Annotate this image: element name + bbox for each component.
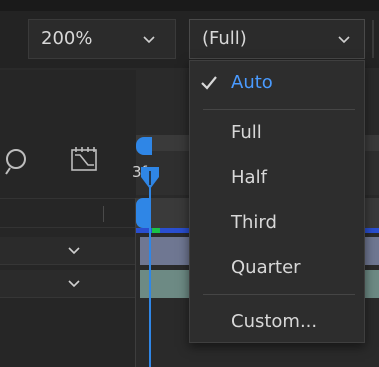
playhead-icon[interactable]	[139, 165, 161, 193]
resolution-menu: Auto Full Half Third Quarter Custom...	[189, 60, 365, 343]
menu-divider	[203, 294, 355, 295]
menu-item-label: Full	[231, 122, 262, 143]
menu-item-label: Auto	[231, 72, 273, 93]
zoom-value: 200%	[41, 28, 93, 49]
column-separator	[103, 206, 104, 222]
menu-item-half[interactable]: Half	[190, 158, 364, 198]
chevron-down-icon	[143, 36, 155, 44]
toolbar-separator	[372, 20, 374, 58]
chevron-down-icon	[338, 36, 350, 44]
panel-column-divider	[135, 198, 136, 367]
resolution-dropdown[interactable]: (Full)	[189, 19, 365, 59]
layer-row[interactable]	[0, 270, 136, 298]
menu-item-auto[interactable]: Auto	[190, 63, 364, 103]
graph-editor-icon[interactable]	[68, 144, 102, 176]
chevron-down-icon[interactable]	[66, 277, 82, 291]
menu-item-label: Half	[231, 167, 267, 188]
menu-item-full[interactable]: Full	[190, 113, 364, 153]
menu-item-quarter[interactable]: Quarter	[190, 248, 364, 288]
menu-item-label: Custom...	[231, 311, 318, 332]
menu-item-label: Quarter	[231, 257, 301, 278]
light-bulb-icon[interactable]	[2, 146, 32, 178]
checkmark-icon	[201, 76, 217, 90]
chevron-down-icon[interactable]	[66, 244, 82, 258]
layer-row[interactable]	[0, 237, 136, 265]
menu-item-custom[interactable]: Custom...	[190, 302, 364, 342]
menu-item-third[interactable]: Third	[190, 203, 364, 243]
menu-divider	[203, 109, 355, 110]
work-area-start-handle[interactable]	[136, 137, 152, 155]
render-cache-indicator	[152, 228, 160, 233]
toolbar-top-edge	[0, 0, 379, 11]
menu-item-label: Third	[231, 212, 277, 233]
composition-start-handle[interactable]	[136, 198, 150, 228]
playhead-line[interactable]	[149, 180, 151, 367]
resolution-value: (Full)	[202, 28, 247, 49]
zoom-dropdown[interactable]: 200%	[28, 19, 176, 59]
